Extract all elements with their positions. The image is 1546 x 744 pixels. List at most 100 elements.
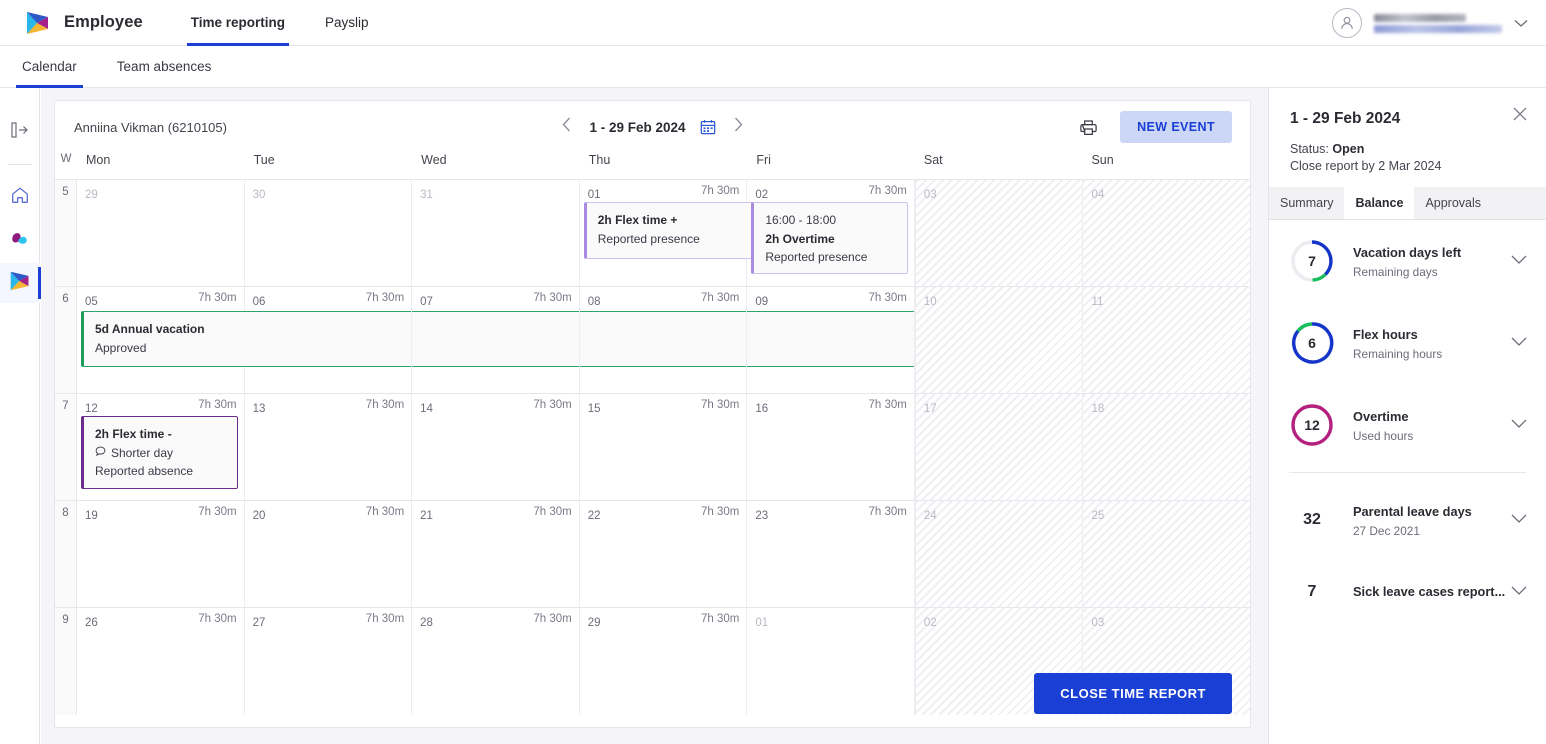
day-cell[interactable]: 14 7h 30m — [412, 394, 580, 500]
week-number: 8 — [55, 501, 77, 607]
day-number: 29 — [587, 617, 601, 629]
play-logo-icon — [24, 10, 52, 36]
close-time-report-button[interactable]: CLOSE TIME REPORT — [1034, 672, 1232, 714]
day-cell[interactable]: 29 — [77, 180, 245, 286]
day-number: 17 — [923, 403, 937, 415]
day-cell[interactable]: 02 7h 30m 16:00 - 18:00 2h Overtime Repo… — [747, 180, 915, 286]
chevron-right-icon[interactable] — [730, 117, 747, 137]
calendar-toolbar: Anniina Vikman (6210105) 1 - 29 Feb 2024 — [55, 101, 1250, 153]
balance-value: 6 — [1308, 335, 1316, 351]
balance-item-overtime[interactable]: 12 Overtime Used hours — [1283, 384, 1532, 466]
home-icon[interactable] — [0, 175, 40, 215]
chevron-down-icon[interactable] — [1511, 252, 1527, 270]
week-column-header: W — [60, 153, 72, 165]
chevron-left-icon[interactable] — [558, 117, 575, 137]
balance-text: Overtime Used hours — [1353, 408, 1511, 443]
tab-balance[interactable]: Balance — [1344, 187, 1415, 219]
calendar-event-flex-plus[interactable]: 2h Flex time + Reported presence — [583, 202, 756, 259]
dow-tue: Tue — [253, 153, 275, 167]
chevron-down-icon[interactable] — [1514, 15, 1528, 32]
dow-thu: Thu — [588, 153, 611, 167]
rail-item-time-reporting[interactable] — [0, 263, 41, 303]
day-number: 13 — [252, 403, 266, 415]
day-cell[interactable]: 19 7h 30m — [77, 501, 245, 607]
panel-status: Status: Open — [1290, 142, 1526, 156]
day-cell[interactable]: 12 7h 30m 2h Flex time - Shorter day Rep… — [77, 394, 245, 500]
day-cell[interactable]: 07 7h 30m — [412, 287, 580, 393]
tab-approvals[interactable]: Approvals — [1414, 187, 1492, 219]
user-menu[interactable] — [1332, 0, 1528, 46]
event-note: Shorter day — [95, 444, 227, 463]
day-cell[interactable]: 10 — [914, 287, 1084, 393]
day-cell[interactable]: 09 7h 30m — [747, 287, 915, 393]
day-hours: 7h 30m — [868, 399, 907, 411]
tab-summary[interactable]: Summary — [1269, 187, 1344, 219]
subnav-item-team-absences[interactable]: Team absences — [111, 46, 218, 88]
day-cell[interactable]: 21 7h 30m — [412, 501, 580, 607]
close-icon[interactable] — [1512, 106, 1528, 125]
topnav-label: Time reporting — [190, 15, 286, 30]
day-cell[interactable]: 31 — [412, 180, 580, 286]
balance-title: Sick leave cases report... — [1353, 584, 1506, 599]
day-number: 02 — [755, 189, 769, 201]
day-cell[interactable]: 17 — [914, 394, 1084, 500]
balance-item-parental-leave-days[interactable]: 32 Parental leave days 27 Dec 2021 — [1283, 479, 1532, 561]
day-cell[interactable]: 24 — [914, 501, 1084, 607]
cloud-leaf-icon[interactable] — [0, 219, 40, 259]
calendar-card: Anniina Vikman (6210105) 1 - 29 Feb 2024 — [54, 100, 1251, 728]
progress-ring: 7 — [1289, 238, 1335, 284]
chevron-down-icon[interactable] — [1511, 511, 1527, 529]
day-cell[interactable]: 13 7h 30m — [245, 394, 413, 500]
day-hours: 7h 30m — [365, 292, 405, 304]
balance-item-flex-hours[interactable]: 6 Flex hours Remaining hours — [1283, 302, 1532, 384]
balance-item-vacation-days-left[interactable]: 7 Vacation days left Remaining days — [1283, 220, 1532, 302]
day-cell[interactable]: 06 7h 30m — [245, 287, 413, 393]
day-cell[interactable]: 05 7h 30m 5d Annual vacation Approved — [77, 287, 1228, 393]
balance-text: Sick leave cases report... — [1353, 583, 1511, 601]
brand-name: Employee — [64, 13, 143, 31]
calendar-event-overtime[interactable]: 16:00 - 18:00 2h Overtime Reported prese… — [751, 202, 909, 274]
day-number: 01 — [755, 617, 769, 629]
panel-expand-icon[interactable] — [0, 110, 40, 150]
calendar-event-flex-minus[interactable]: 2h Flex time - Shorter day Reported abse… — [81, 416, 238, 489]
chevron-down-icon[interactable] — [1511, 334, 1527, 352]
chevron-down-icon[interactable] — [1511, 416, 1527, 434]
day-cell[interactable]: 01 7h 30m 2h Flex time + Reported presen… — [580, 180, 756, 286]
day-cell[interactable]: 18 — [1083, 394, 1251, 500]
day-cell[interactable]: 08 7h 30m — [580, 287, 748, 393]
day-cell[interactable]: 23 7h 30m — [747, 501, 915, 607]
balance-value: 32 — [1303, 511, 1321, 528]
day-cell[interactable]: 20 7h 30m — [245, 501, 413, 607]
day-number: 25 — [1091, 510, 1105, 522]
day-cell[interactable]: 15 7h 30m — [580, 394, 748, 500]
balance-subtitle: 27 Dec 2021 — [1353, 523, 1420, 538]
printer-icon[interactable] — [1079, 118, 1098, 137]
calendar-icon[interactable] — [700, 119, 716, 135]
balance-item-sick-leave-cases[interactable]: 7 Sick leave cases report... — [1283, 561, 1532, 623]
day-hours: 7h 30m — [198, 506, 237, 518]
day-cell[interactable]: 25 — [1083, 501, 1251, 607]
topnav-item-time-reporting[interactable]: Time reporting — [186, 0, 290, 46]
day-cell[interactable]: 04 — [1083, 180, 1251, 286]
progress-ring: 6 — [1289, 320, 1335, 366]
day-cell[interactable]: 03 — [914, 180, 1084, 286]
topnav-label: Payslip — [325, 15, 369, 30]
day-of-week-header: W Mon Tue Wed Thu Fri Sat Sun — [55, 153, 1250, 179]
event-time: 16:00 - 18:00 — [765, 213, 837, 227]
day-cell[interactable]: 22 7h 30m — [580, 501, 748, 607]
subnav-item-calendar[interactable]: Calendar — [16, 46, 83, 88]
new-event-button[interactable]: NEW EVENT — [1120, 111, 1232, 143]
balance-title: Parental leave days — [1353, 503, 1472, 519]
day-cell[interactable]: 30 — [245, 180, 413, 286]
chevron-down-icon[interactable] — [1511, 583, 1527, 601]
balance-text: Flex hours Remaining hours — [1353, 326, 1511, 361]
day-cell[interactable]: 11 — [1083, 287, 1251, 393]
day-cell[interactable]: 16 7h 30m — [747, 394, 915, 500]
topnav-item-payslip[interactable]: Payslip — [321, 0, 373, 46]
event-title: 2h Flex time - — [95, 427, 172, 441]
brand-logo[interactable]: Employee — [24, 10, 143, 36]
balance-divider — [1289, 472, 1526, 473]
day-number: 31 — [420, 189, 433, 201]
balance-value: 7 — [1308, 253, 1316, 269]
day-number: 20 — [252, 510, 266, 522]
